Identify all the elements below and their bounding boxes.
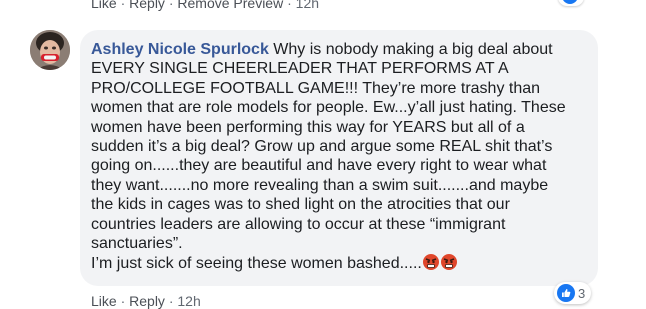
comment-line: sanctuaries”. xyxy=(91,235,183,253)
separator: · xyxy=(116,293,130,309)
top-like-link[interactable]: Like xyxy=(91,0,117,11)
top-reaction-badge[interactable] xyxy=(558,0,584,6)
angry-face-emoji xyxy=(440,253,458,276)
timestamp[interactable]: 12h xyxy=(177,293,200,309)
remove-preview-link[interactable]: Remove Preview xyxy=(177,0,283,11)
comment-text: Ashley Nicole Spurlock Why is nobody mak… xyxy=(91,40,591,277)
comment-line-last: I’m just sick of seeing these women bash… xyxy=(91,253,591,276)
separator: · xyxy=(283,0,296,11)
comment-bubble: Ashley Nicole Spurlock Why is nobody mak… xyxy=(80,30,598,286)
comment-line: they want.......no more revealing than a… xyxy=(91,176,549,194)
separator: · xyxy=(164,293,178,309)
avatar-image xyxy=(30,30,70,70)
reply-link[interactable]: Reply xyxy=(129,293,165,309)
comment-line: women that are role models for people. E… xyxy=(91,99,566,117)
angry-face-emoji xyxy=(422,253,440,276)
reaction-count-badge[interactable]: 3 xyxy=(554,282,592,304)
bottom-comment-actions: Like · Reply · 12h xyxy=(91,293,201,309)
comment-line-text: I’m just sick of seeing these women bash… xyxy=(91,255,422,273)
like-icon xyxy=(557,284,575,302)
comment-line: sudden it’s a big deal? Grow up and argu… xyxy=(91,138,553,156)
comment-line: EVERY SINGLE CHEERLEADER THAT PERFORMS A… xyxy=(91,60,509,78)
separator: · xyxy=(164,0,178,11)
reaction-count: 3 xyxy=(578,285,586,301)
like-icon xyxy=(562,0,578,4)
separator: · xyxy=(116,0,130,11)
comment-author-link[interactable]: Ashley Nicole Spurlock xyxy=(91,41,269,58)
comment-line-text: Why is nobody making a big deal about xyxy=(273,41,553,58)
top-reply-link[interactable]: Reply xyxy=(129,0,165,11)
comment-line: going on......they are beautiful and hav… xyxy=(91,157,547,175)
top-timestamp[interactable]: 12h xyxy=(296,0,319,11)
avatar[interactable] xyxy=(30,30,70,70)
comment-line: women have been performing this way for … xyxy=(91,118,525,136)
comment-line: the kids in cages was to shed light on t… xyxy=(91,196,510,214)
like-link[interactable]: Like xyxy=(91,293,117,309)
comment-line: countries leaders are allowing to occur … xyxy=(91,215,506,233)
comment-line-1: Ashley Nicole Spurlock Why is nobody mak… xyxy=(91,40,591,59)
comment-line: PRO/COLLEGE FOOTBALL GAME!!! They’re mor… xyxy=(91,79,541,97)
top-comment-actions: Like · Reply · Remove Preview · 12h xyxy=(91,0,319,11)
